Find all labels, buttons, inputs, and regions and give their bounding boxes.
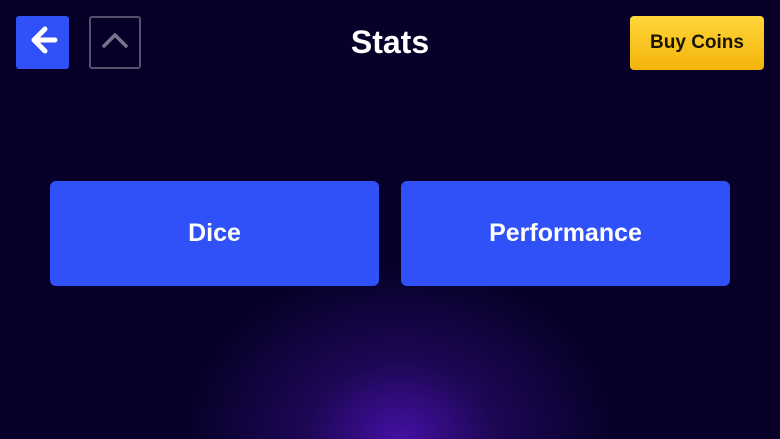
dice-label: Dice: [188, 219, 241, 247]
page-title: Stats: [350, 24, 430, 60]
buy-coins-button[interactable]: Buy Coins: [630, 16, 764, 70]
arrow-left-icon: [27, 24, 59, 61]
back-button[interactable]: [16, 16, 69, 69]
performance-label: Performance: [489, 219, 642, 247]
collapse-button[interactable]: [89, 16, 141, 69]
chevron-up-icon: [99, 24, 131, 61]
dice-stats-button[interactable]: Dice: [50, 181, 379, 286]
buy-coins-label: Buy Coins: [650, 32, 744, 53]
performance-stats-button[interactable]: Performance: [401, 181, 730, 286]
